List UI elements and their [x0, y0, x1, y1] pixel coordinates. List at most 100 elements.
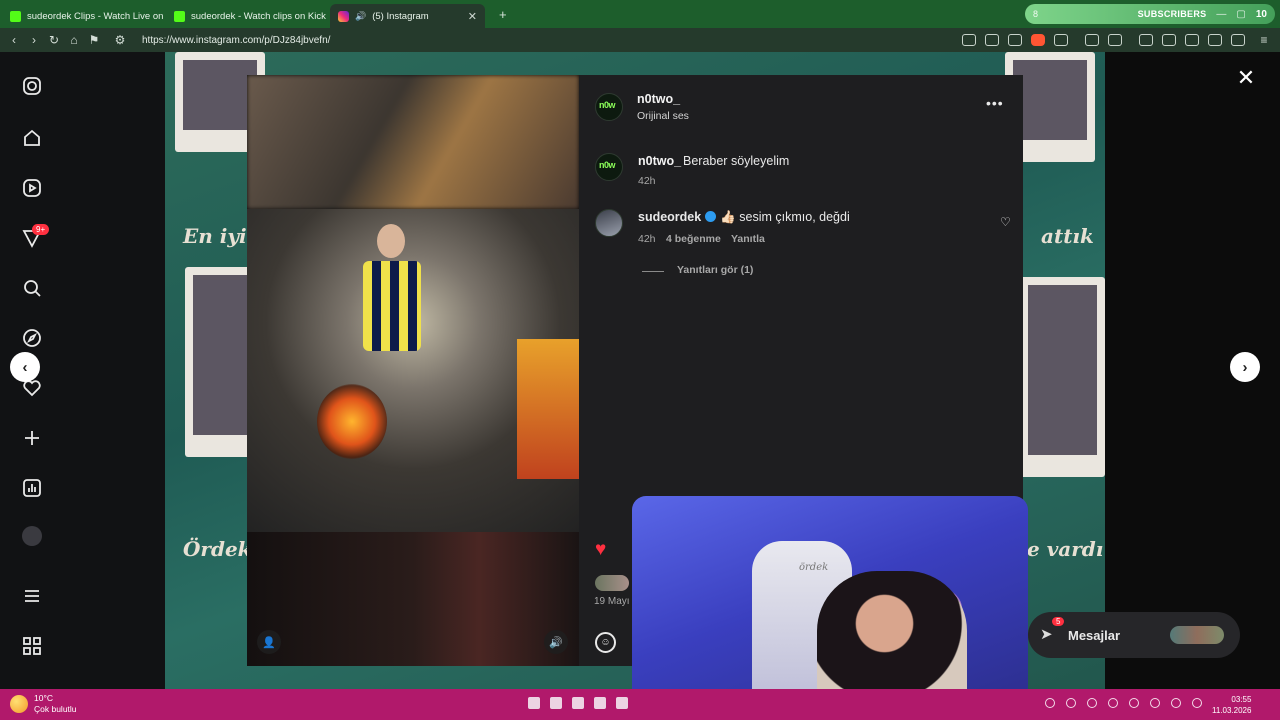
author-username[interactable]: n0two_: [637, 92, 680, 106]
close-modal-icon[interactable]: ✕: [1236, 67, 1256, 89]
profile-avatar[interactable]: [22, 526, 42, 546]
video-blur-bottom: [247, 532, 579, 666]
explore-icon[interactable]: [22, 328, 42, 348]
discord-icon[interactable]: [594, 697, 606, 709]
reload-icon[interactable]: ↻: [44, 33, 64, 47]
weather-icon: [10, 695, 28, 713]
caption-text: Beraber söyleyelim: [683, 154, 790, 168]
url-field[interactable]: https://www.instagram.com/p/DJz84jbvefn/: [142, 35, 962, 46]
photo-frame: [1020, 277, 1105, 477]
tray-chevron-icon[interactable]: [1045, 698, 1055, 708]
network-icon[interactable]: [1171, 698, 1181, 708]
video-subject-head: [377, 224, 405, 258]
comment-emoji: 👍🏻: [720, 210, 736, 224]
reply-button[interactable]: Yanıtla: [731, 233, 765, 245]
cast-icon[interactable]: [985, 34, 999, 46]
comment-text: sesim çıkmıo, değdi: [739, 210, 850, 224]
create-icon[interactable]: [22, 428, 42, 448]
settings-icon[interactable]: [572, 697, 584, 709]
speaker-icon[interactable]: 🔊: [355, 11, 366, 22]
more-menu-icon[interactable]: [22, 586, 42, 606]
tab-kick-watch[interactable]: sudeordek - Watch clips on Kick: [166, 4, 328, 28]
audio-label[interactable]: Orijinal ses: [637, 110, 689, 122]
like-heart-icon[interactable]: ♥: [595, 539, 606, 561]
sidebar-toggle-icon[interactable]: [1162, 34, 1176, 46]
caption-avatar[interactable]: n0w: [595, 153, 623, 181]
forward-icon[interactable]: ›: [24, 33, 44, 47]
tagged-user-icon[interactable]: 👤: [257, 630, 281, 654]
extensions-icon[interactable]: [1085, 34, 1099, 46]
minimize-icon[interactable]: —: [1216, 9, 1226, 20]
comment-avatar[interactable]: [595, 209, 623, 237]
weather-desc: Çok bulutlu: [34, 704, 77, 714]
tab-title: (5) Instagram: [372, 10, 429, 22]
tab-kick-clips[interactable]: sudeordek Clips - Watch Live on Kick: [2, 4, 164, 28]
reels-icon[interactable]: [22, 178, 42, 198]
messages-label: Mesajlar: [1068, 627, 1121, 643]
messages-pill[interactable]: ➤ 5 Mesajlar: [1028, 612, 1240, 658]
comment-username[interactable]: sudeordek: [638, 210, 701, 224]
apps-icon[interactable]: [22, 636, 42, 656]
tab-instagram[interactable]: 🔊 (5) Instagram ✕: [330, 4, 485, 28]
instagram-logo-icon[interactable]: [22, 76, 42, 96]
tab-title: sudeordek Clips - Watch Live on Kick: [27, 10, 164, 22]
search-icon[interactable]: [550, 697, 562, 709]
streamer-webcam: ördek: [632, 496, 1028, 718]
author-avatar[interactable]: n0w: [595, 93, 623, 121]
home-icon[interactable]: ⌂: [64, 33, 84, 47]
rewards-icon[interactable]: [1054, 34, 1068, 46]
volume-icon[interactable]: 🔊: [544, 630, 568, 654]
view-replies-button[interactable]: Yanıtları gör (1): [677, 264, 753, 276]
comment-time: 42h: [638, 233, 656, 245]
previous-post-button[interactable]: ‹: [10, 352, 40, 382]
video-flag: [517, 339, 579, 479]
share-icon[interactable]: [1008, 34, 1022, 46]
wallet-icon[interactable]: [1108, 34, 1122, 46]
weather-temp: 10°C: [34, 693, 53, 703]
volume-icon[interactable]: [1192, 698, 1202, 708]
bluetooth-icon[interactable]: [1108, 698, 1118, 708]
back-icon[interactable]: ‹: [4, 33, 24, 47]
comment-like-heart-icon[interactable]: ♡: [1000, 215, 1011, 229]
zoom-icon[interactable]: [962, 34, 976, 46]
explorer-icon[interactable]: [616, 697, 628, 709]
video-flare: [317, 384, 387, 459]
site-info-icon[interactable]: ⚙: [110, 33, 130, 47]
clock-date: 11.03.2026: [1212, 706, 1252, 715]
subscribers-left-count: 8: [1033, 9, 1039, 19]
emoji-icon[interactable]: ☺: [595, 632, 616, 653]
new-tab-button[interactable]: +: [499, 7, 507, 22]
caption-time: 42h: [638, 175, 656, 187]
screenshot-icon[interactable]: [1185, 34, 1199, 46]
tray-app-icon[interactable]: [1150, 698, 1160, 708]
brave-shield-icon[interactable]: [1031, 34, 1045, 46]
mic-icon[interactable]: [1129, 698, 1139, 708]
notification-badge: 9+: [32, 224, 50, 235]
messages-avatars: [1170, 626, 1224, 644]
more-options-icon[interactable]: •••: [986, 95, 1004, 111]
close-tab-icon[interactable]: ✕: [468, 10, 477, 23]
taskbar-clock[interactable]: 03:55 11.03.2026: [1212, 694, 1251, 716]
weather-widget[interactable]: 10°C Çok bulutlu: [10, 693, 77, 715]
menu-icon[interactable]: ≡: [1254, 33, 1274, 47]
caption-username[interactable]: n0two_: [638, 154, 681, 168]
leo-icon[interactable]: [1208, 34, 1222, 46]
bookmark-icon[interactable]: ⚑: [84, 33, 104, 47]
liked-by-avatars[interactable]: [595, 575, 629, 591]
comment-line: sudeordek 👍🏻 sesim çıkmıo, değdi: [638, 210, 850, 225]
dashboard-icon[interactable]: [22, 478, 42, 498]
home-icon[interactable]: [22, 128, 42, 148]
post-video[interactable]: 👤 🔊: [247, 75, 579, 666]
instagram-icon: [338, 10, 349, 22]
next-post-button[interactable]: ›: [1230, 352, 1260, 382]
backdrop-text: attık: [1041, 224, 1094, 248]
music-icon[interactable]: [1139, 34, 1153, 46]
tab-title: sudeordek - Watch clips on Kick: [191, 10, 326, 22]
search-icon[interactable]: [22, 278, 42, 298]
start-icon[interactable]: [528, 697, 540, 709]
comment-likes[interactable]: 4 beğenme: [666, 233, 721, 245]
vpn-icon[interactable]: [1231, 34, 1245, 46]
restore-icon[interactable]: ▢: [1236, 9, 1245, 20]
tray-app-icon[interactable]: [1087, 698, 1097, 708]
tray-app-icon[interactable]: [1066, 698, 1076, 708]
